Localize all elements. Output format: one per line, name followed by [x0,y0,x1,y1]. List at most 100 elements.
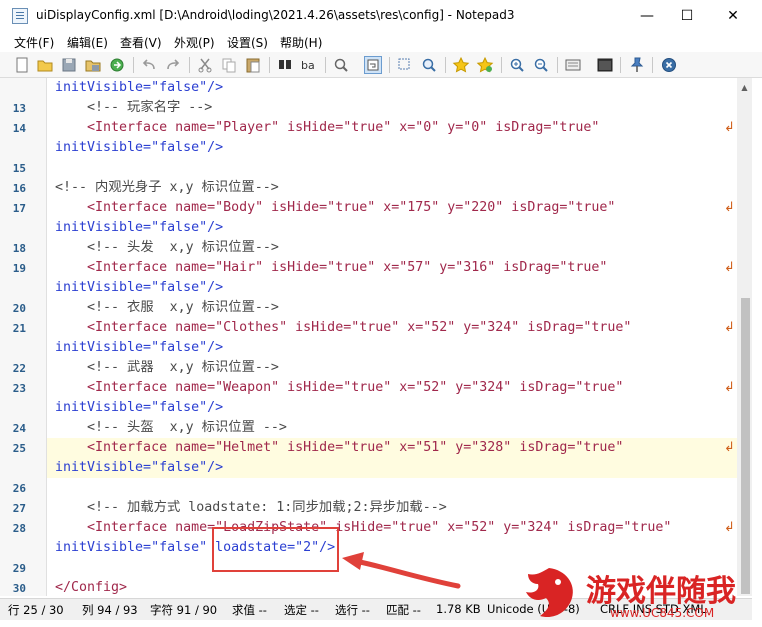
save-as-icon[interactable] [84,56,102,74]
find-icon[interactable] [276,56,294,74]
menu-view[interactable]: 查看(V) [120,34,162,51]
wrap-arrow-icon: ↲ [724,380,735,395]
code-line: <Interface name="LoadZipState" isHide="t… [55,520,672,535]
notepad-app-icon [12,8,28,24]
line-number: 15 [12,162,26,175]
wrap-arrow-icon: ↲ [724,520,735,535]
save-icon[interactable] [60,56,78,74]
code-line: initVisible="false"/> [55,340,224,355]
wrap-arrow-icon: ↲ [724,440,735,455]
status-selected-lines: 选行 -- [335,603,370,617]
code-line: initVisible="false"/> [55,400,224,415]
status-value: 求值 -- [232,603,267,617]
window-title: uiDisplayConfig.xml [D:\Android\loding\2… [36,8,515,22]
line-number: 16 [12,182,26,195]
find-in-files-icon[interactable] [332,56,350,74]
code-line: <!-- 头发 x,y 标识位置--> [55,240,279,255]
terminal-icon[interactable] [596,56,614,74]
line-number: 17 [12,202,26,215]
wrap-arrow-icon: ↲ [724,320,735,335]
line-number: 18 [12,242,26,255]
menu-settings[interactable]: 设置(S) [227,34,268,51]
line-number: 14 [12,122,26,135]
menu-edit[interactable]: 编辑(E) [67,34,108,51]
reload-icon[interactable] [108,56,126,74]
line-number: 13 [12,102,26,115]
line-number: 28 [12,522,26,535]
undo-icon[interactable] [140,56,158,74]
status-match: 匹配 -- [386,603,421,617]
toolbar: ba [0,52,762,78]
code-line: </Config> [55,580,128,595]
code-line: <Interface name="Hair" isHide="true" x="… [55,260,608,275]
paste-icon[interactable] [244,56,262,74]
pin-icon[interactable] [628,56,646,74]
dragon-logo-icon [526,568,573,618]
code-line: <Interface name="Helmet" isHide="true" x… [55,440,624,455]
line-number: 19 [12,262,26,275]
code-line: <!-- 加载方式 loadstate: 1:同步加载;2:异步加载--> [55,500,447,515]
annotation-highlight-box [212,527,339,572]
line-number: 30 [12,582,26,595]
cut-icon[interactable] [196,56,214,74]
view-icon[interactable] [564,56,582,74]
new-file-icon[interactable] [13,56,31,74]
menu-appearance[interactable]: 外观(P) [174,34,215,51]
replace-icon[interactable]: ba [300,56,318,74]
line-number: 22 [12,362,26,375]
code-line: <!-- 武器 x,y 标识位置--> [55,360,279,375]
line-number: 20 [12,302,26,315]
line-number: 26 [12,482,26,495]
scroll-up-arrow-icon[interactable]: ▲ [737,80,752,96]
line-number: 25 [12,442,26,455]
code-line: initVisible="false"/> [55,80,224,95]
code-line: <!-- 头盔 x,y 标识位置 --> [55,420,287,435]
close-window-button[interactable]: ✕ [710,0,756,32]
annotation-arrow-icon [342,552,461,589]
close-doc-icon[interactable] [660,56,678,74]
status-chars: 字符 91 / 90 [150,603,218,617]
line-number: 21 [12,322,26,335]
line-number-gutter [0,78,47,596]
line-number: 29 [12,562,26,575]
status-file-size: 1.78 KB [436,602,481,616]
scrollbar-thumb[interactable] [741,298,750,594]
menu-file[interactable]: 文件(F) [14,34,54,51]
redo-icon[interactable] [164,56,182,74]
open-folder-icon[interactable] [36,56,54,74]
zoom-icon[interactable] [420,56,438,74]
title-bar: uiDisplayConfig.xml [D:\Android\loding\2… [0,0,762,32]
line-number: 23 [12,382,26,395]
code-line: initVisible="false"/> [55,220,224,235]
bookmark-all-icon[interactable] [476,56,494,74]
code-line: initVisible="false"/> [55,460,224,475]
watermark-text: 游戏伴随我 [586,574,736,609]
line-number: 24 [12,422,26,435]
wrap-arrow-icon: ↲ [724,120,735,135]
status-column: 列 94 / 93 [82,603,138,617]
bookmark-icon[interactable] [452,56,470,74]
line-number: 27 [12,502,26,515]
status-line: 行 25 / 30 [8,603,64,617]
zoom-out-icon[interactable] [532,56,550,74]
code-line: <Interface name="Body" isHide="true" x="… [55,200,616,215]
editor-area[interactable]: 13 14 15 16 17 18 19 20 21 22 23 24 25 2… [0,78,752,596]
wrap-arrow-icon: ↲ [724,200,735,215]
menu-bar: 文件(F) 编辑(E) 查看(V) 外观(P) 设置(S) 帮助(H) [0,32,762,52]
copy-icon[interactable] [220,56,238,74]
code-line: <Interface name="Clothes" isHide="true" … [55,320,632,335]
code-line: <!-- 玩家名字 --> [55,100,213,115]
word-wrap-icon[interactable] [364,56,382,74]
code-line: <Interface name="Weapon" isHide="true" x… [55,380,624,395]
zoom-in-icon[interactable] [508,56,526,74]
watermark: 游戏伴随我 www.UC845.COM [510,562,762,624]
select-icon[interactable] [396,56,414,74]
menu-help[interactable]: 帮助(H) [280,34,322,51]
status-selection: 选定 -- [284,603,319,617]
code-line: <!-- 衣服 x,y 标识位置--> [55,300,279,315]
svg-text:ba: ba [301,59,315,72]
watermark-url: www.UC845.COM [610,606,715,620]
code-line: <Interface name="Player" isHide="true" x… [55,120,600,135]
maximize-button[interactable]: ☐ [664,0,710,32]
code-line: initVisible="false"/> [55,280,224,295]
